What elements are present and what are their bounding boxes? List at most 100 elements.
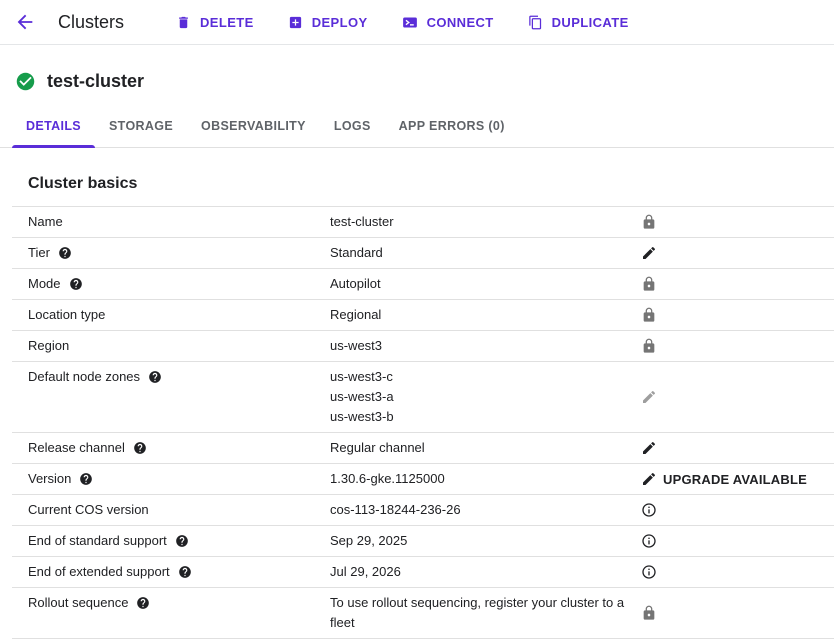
tab-storage[interactable]: STORAGE — [95, 106, 187, 147]
row-label: Mode — [12, 274, 330, 294]
info-button[interactable] — [641, 564, 657, 580]
row-label: Name — [12, 212, 330, 232]
row-action — [641, 564, 657, 580]
help-icon-glyph — [148, 370, 162, 384]
cluster-name: test-cluster — [47, 71, 144, 92]
row-value-line: Standard — [330, 243, 630, 263]
info-icon — [641, 564, 657, 580]
row-label: Location type — [12, 305, 330, 325]
deploy-button-label: DEPLOY — [312, 15, 368, 30]
help-icon-glyph — [175, 534, 189, 548]
tab-logs[interactable]: LOGS — [320, 106, 385, 147]
row-value: cos-113-18244-236-26 — [330, 500, 630, 520]
row-value-line: Sep 29, 2025 — [330, 531, 630, 551]
help-icon[interactable] — [58, 246, 72, 260]
back-arrow-icon[interactable] — [14, 11, 36, 33]
help-icon[interactable] — [133, 441, 147, 455]
row-value-line: cos-113-18244-236-26 — [330, 500, 630, 520]
row-value: Jul 29, 2026 — [330, 562, 630, 582]
table-row: Mode Autopilot — [12, 269, 834, 300]
row-action — [641, 245, 657, 261]
row-label: Region — [12, 336, 330, 356]
info-button[interactable] — [641, 502, 657, 518]
row-label: Rollout sequence — [12, 593, 330, 613]
table-row: Rollout sequence To use rollout sequencin… — [12, 588, 834, 639]
row-value-line: us-west3-c — [330, 367, 630, 387]
row-label-text: Rollout sequence — [28, 593, 128, 613]
help-icon[interactable] — [148, 370, 162, 384]
lock-icon — [641, 307, 657, 323]
row-value: test-cluster — [330, 212, 630, 232]
row-label: Version — [12, 469, 330, 489]
delete-button-label: DELETE — [200, 15, 254, 30]
row-value-line: test-cluster — [330, 212, 630, 232]
tab-bar: DETAILS STORAGE OBSERVABILITY LOGS APP E… — [0, 106, 834, 148]
tab-app-errors[interactable]: APP ERRORS (0) — [385, 106, 519, 147]
help-icon-glyph — [133, 441, 147, 455]
row-label-text: Version — [28, 469, 71, 489]
toolbar: Clusters DELETE DEPLOY CONNECT DUPLICATE — [0, 0, 834, 45]
help-icon[interactable] — [69, 277, 83, 291]
edit-button[interactable] — [641, 440, 657, 456]
row-action — [641, 214, 657, 230]
row-value-line: 1.30.6-gke.1125000 — [330, 469, 630, 489]
row-value: To use rollout sequencing, register your… — [330, 593, 630, 633]
duplicate-button[interactable]: DUPLICATE — [516, 7, 641, 38]
row-label-text: Release channel — [28, 438, 125, 458]
row-value: us-west3-cus-west3-aus-west3-b — [330, 367, 630, 427]
lock-icon — [641, 214, 657, 230]
upgrade-available-button[interactable]: UPGRADE AVAILABLE — [641, 471, 807, 487]
help-icon[interactable] — [79, 472, 93, 486]
help-icon[interactable] — [175, 534, 189, 548]
deploy-icon — [288, 15, 303, 30]
table-row: Location typeRegional — [12, 300, 834, 331]
row-value-line: us-west3 — [330, 336, 630, 356]
row-label-text: End of standard support — [28, 531, 167, 551]
help-icon-glyph — [136, 596, 150, 610]
row-label-text: Mode — [28, 274, 61, 294]
table-row: Release channel Regular channel — [12, 433, 834, 464]
delete-button[interactable]: DELETE — [164, 7, 266, 38]
row-label: End of standard support — [12, 531, 330, 551]
info-button[interactable] — [641, 533, 657, 549]
table-row: End of standard support Sep 29, 2025 — [12, 526, 834, 557]
row-action: UPGRADE AVAILABLE — [641, 471, 807, 487]
lock-icon — [641, 338, 657, 354]
table-row: End of extended support Jul 29, 2026 — [12, 557, 834, 588]
tab-details[interactable]: DETAILS — [12, 106, 95, 147]
table-row: Version 1.30.6-gke.1125000 UPGRADE AVAILAB… — [12, 464, 834, 495]
table-row: Name test-cluster — [12, 207, 834, 238]
tab-observability[interactable]: OBSERVABILITY — [187, 106, 320, 147]
table-row: Regionus-west3 — [12, 331, 834, 362]
cluster-basics-table: Name test-cluster Tier Standard Mode Autopilo… — [12, 206, 834, 639]
row-label-text: End of extended support — [28, 562, 170, 582]
edit-button[interactable] — [641, 245, 657, 261]
edit-icon — [641, 245, 657, 261]
row-action — [641, 502, 657, 518]
table-row: Default node zones us-west3-cus-west3-aus… — [12, 362, 834, 433]
row-value: Autopilot — [330, 274, 630, 294]
row-label-text: Default node zones — [28, 367, 140, 387]
help-icon[interactable] — [136, 596, 150, 610]
edit-icon — [641, 440, 657, 456]
row-value: Sep 29, 2025 — [330, 531, 630, 551]
help-icon-glyph — [79, 472, 93, 486]
edit-icon — [641, 471, 657, 487]
row-label-text: Current COS version — [28, 500, 149, 520]
toolbar-actions: DELETE DEPLOY CONNECT DUPLICATE — [164, 7, 641, 38]
help-icon[interactable] — [178, 565, 192, 579]
row-value: Regular channel — [330, 438, 630, 458]
info-icon — [641, 533, 657, 549]
connect-button[interactable]: CONNECT — [390, 7, 506, 38]
row-action — [641, 533, 657, 549]
help-icon-glyph — [58, 246, 72, 260]
row-label-text: Name — [28, 212, 63, 232]
row-label: Current COS version — [12, 500, 330, 520]
upgrade-available-label: UPGRADE AVAILABLE — [663, 472, 807, 487]
row-action — [641, 307, 657, 323]
row-label-text: Tier — [28, 243, 50, 263]
row-action — [641, 389, 657, 405]
row-value-line: us-west3-b — [330, 407, 630, 427]
deploy-button[interactable]: DEPLOY — [276, 7, 380, 38]
duplicate-button-label: DUPLICATE — [552, 15, 629, 30]
